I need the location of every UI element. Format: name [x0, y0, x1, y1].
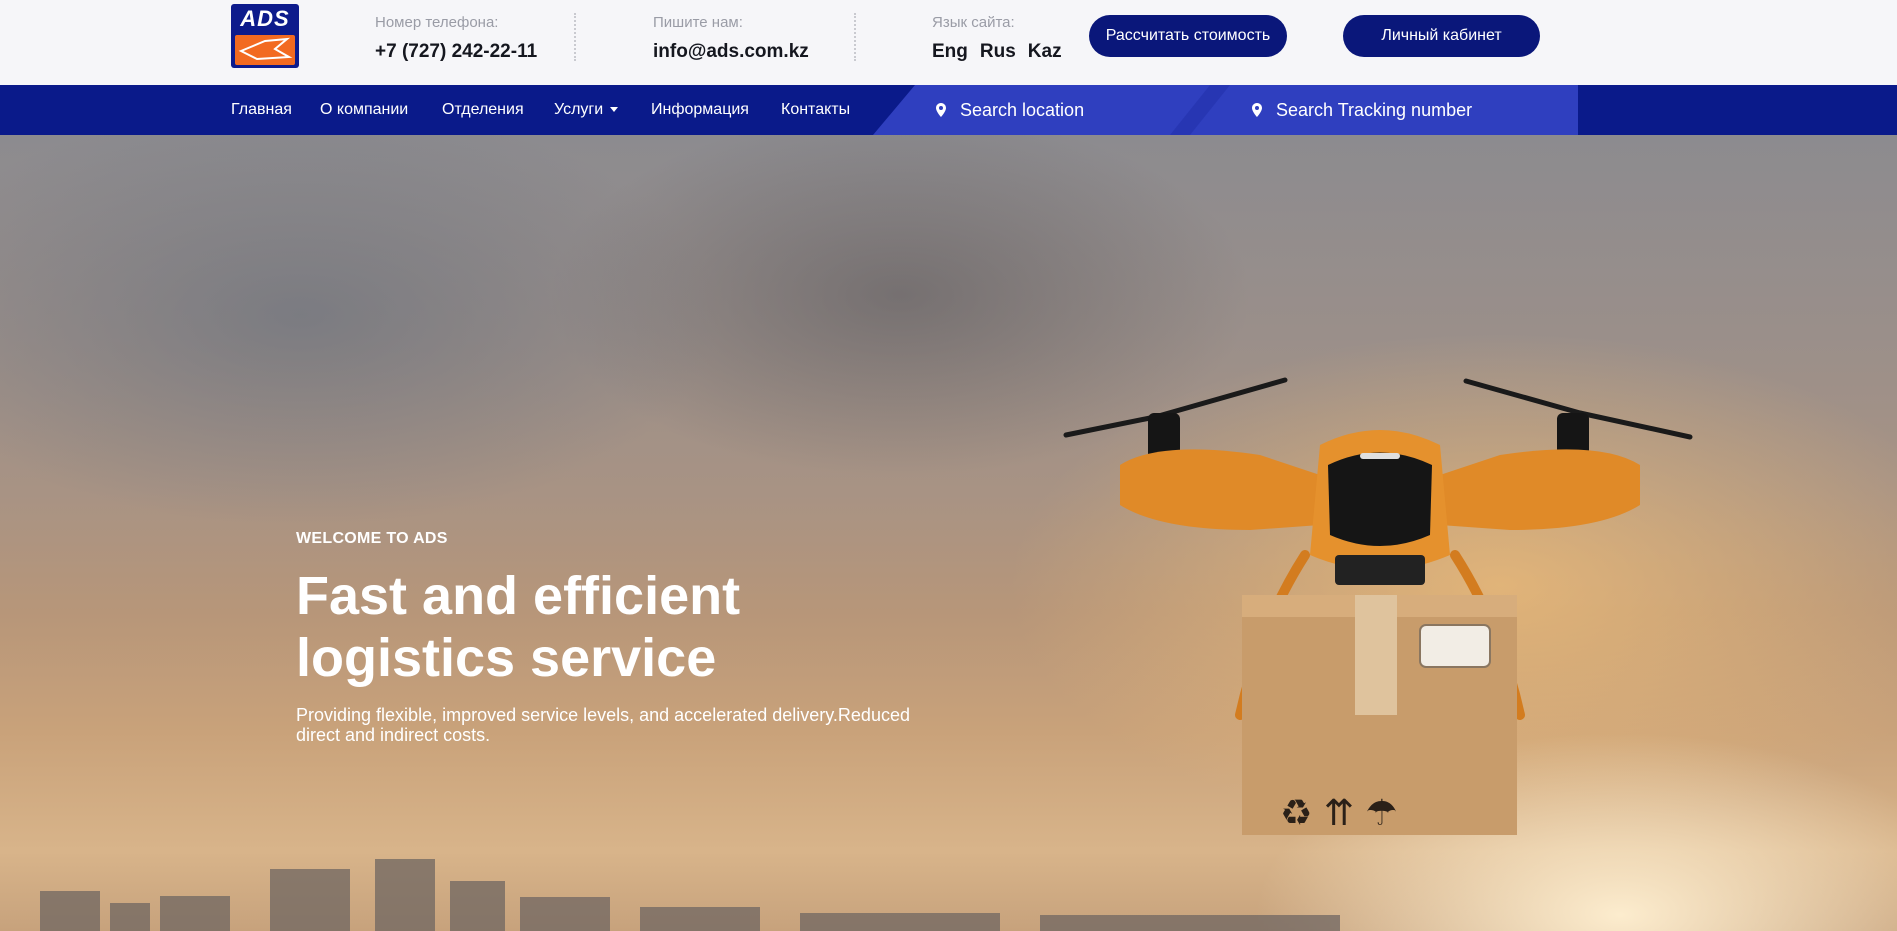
nav-item-home[interactable]: Главная: [231, 85, 292, 135]
nav-item-branches[interactable]: Отделения: [442, 85, 524, 135]
map-pin-icon: [1252, 102, 1262, 117]
logo-text: ADS: [240, 6, 290, 31]
language-switcher: Eng Rus Kaz: [932, 41, 1074, 63]
delivery-drone-image: ♻ ⇈ ☂: [1063, 377, 1693, 835]
phone-label: Номер телефона:: [375, 14, 499, 31]
ads-logo[interactable]: ADS: [231, 4, 299, 68]
svg-text:♻ ⇈ ☂: ♻ ⇈ ☂: [1280, 793, 1398, 834]
email-block: Пишите нам: info@ads.com.kz: [653, 14, 809, 63]
email-label: Пишите нам:: [653, 14, 743, 31]
hero-headline: Fast and efficient logistics service: [296, 566, 741, 688]
nav-item-information[interactable]: Информация: [651, 85, 749, 135]
chevron-down-icon: [610, 107, 619, 113]
phone-number[interactable]: +7 (727) 242-22-11: [375, 41, 537, 63]
hero-kicker: WELCOME TO ADS: [296, 530, 448, 547]
nav-item-about[interactable]: О компании: [320, 85, 408, 135]
city-skyline-image: [40, 859, 1340, 931]
search-location-input[interactable]: Search location: [936, 85, 1084, 135]
search-tracking-input[interactable]: Search Tracking number: [1252, 85, 1472, 135]
calculate-cost-button[interactable]: Рассчитать стоимость: [1089, 15, 1287, 57]
lang-eng[interactable]: Eng: [932, 41, 968, 62]
phone-block: Номер телефона: +7 (727) 242-22-11: [375, 14, 537, 63]
language-label: Язык сайта:: [932, 14, 1015, 31]
nav-item-services-label: Услуги: [554, 101, 604, 118]
header-divider: [854, 13, 856, 61]
personal-account-button[interactable]: Личный кабинет: [1343, 15, 1540, 57]
search-location-placeholder: Search location: [960, 100, 1085, 120]
logo-arrow-icon: [238, 37, 293, 61]
lang-kaz[interactable]: Kaz: [1028, 41, 1062, 62]
email-address[interactable]: info@ads.com.kz: [653, 41, 809, 63]
hero-subtext: Providing flexible, improved service lev…: [296, 705, 910, 745]
search-tracking-placeholder: Search Tracking number: [1276, 100, 1473, 120]
lang-rus[interactable]: Rus: [980, 41, 1016, 62]
header-divider: [574, 13, 576, 61]
hero-banner: WELCOME TO ADS Fast and efficient logist…: [0, 135, 1897, 931]
nav-item-contacts[interactable]: Контакты: [781, 85, 850, 135]
map-pin-icon: [936, 102, 946, 117]
nav-item-services[interactable]: Услуги: [554, 85, 619, 135]
top-header: ADS Номер телефона: +7 (727) 242-22-11 П…: [0, 0, 1897, 85]
language-block: Язык сайта: Eng Rus Kaz: [932, 14, 1074, 63]
